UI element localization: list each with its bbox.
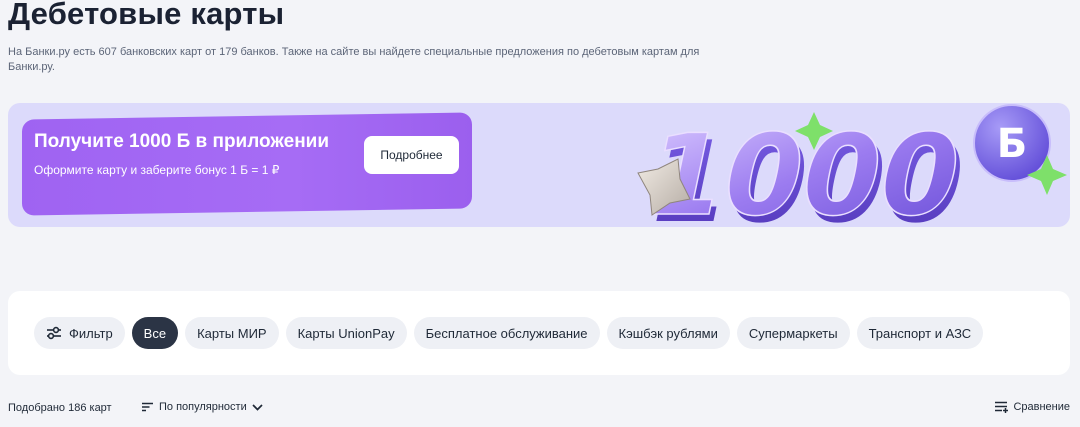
compare-label: Сравнение <box>1013 401 1070 413</box>
promo-title: Получите 1000 Б в приложении <box>34 131 330 152</box>
filter-button[interactable]: Фильтр <box>34 317 125 349</box>
results-bar: Подобрано 186 карт По популярности Сравн… <box>8 401 1070 417</box>
compare-list-icon <box>995 401 1009 413</box>
filter-chips: Фильтр Все Карты МИР Карты UnionPay Бесп… <box>34 317 984 349</box>
chip-supermarkets[interactable]: Супермаркеты <box>736 317 850 349</box>
promo-banner[interactable]: Получите 1000 Б в приложении Оформите ка… <box>8 103 1070 227</box>
filter-label: Фильтр <box>69 325 113 341</box>
sliders-icon <box>47 326 61 340</box>
bonus-1000-illustration: 1000 1000 Б <box>632 104 1067 227</box>
more-details-button[interactable]: Подробнее <box>364 136 459 174</box>
art-badge-letter: Б <box>997 121 1028 167</box>
chevron-down-icon <box>252 403 263 411</box>
chip-free-service[interactable]: Бесплатное обслуживание <box>413 317 600 349</box>
page-description: На Банки.ру есть 607 банковских карт от … <box>8 46 700 73</box>
compare-link[interactable]: Сравнение <box>995 401 1070 413</box>
sort-dropdown[interactable]: По популярности <box>142 401 263 413</box>
page: Дебетовые карты На Банки.ру есть 607 бан… <box>0 0 1080 427</box>
chip-mir-cards[interactable]: Карты МИР <box>185 317 279 349</box>
chip-all[interactable]: Все <box>131 317 179 349</box>
promo-subtitle: Оформите карту и заберите бонус 1 Б = 1 … <box>34 163 280 177</box>
promo-card: Получите 1000 Б в приложении Оформите ка… <box>22 112 472 216</box>
results-count: Подобрано 186 карт <box>8 402 112 414</box>
page-title: Дебетовые карты <box>8 0 285 31</box>
sort-label: По популярности <box>159 401 247 413</box>
chip-unionpay-cards[interactable]: Карты UnionPay <box>285 317 407 349</box>
filter-panel: Фильтр Все Карты МИР Карты UnionPay Бесп… <box>8 291 1070 375</box>
sort-icon <box>142 402 153 412</box>
chip-cashback-rubles[interactable]: Кэшбэк рублями <box>606 317 730 349</box>
chip-transport-gas[interactable]: Транспорт и АЗС <box>856 317 984 349</box>
